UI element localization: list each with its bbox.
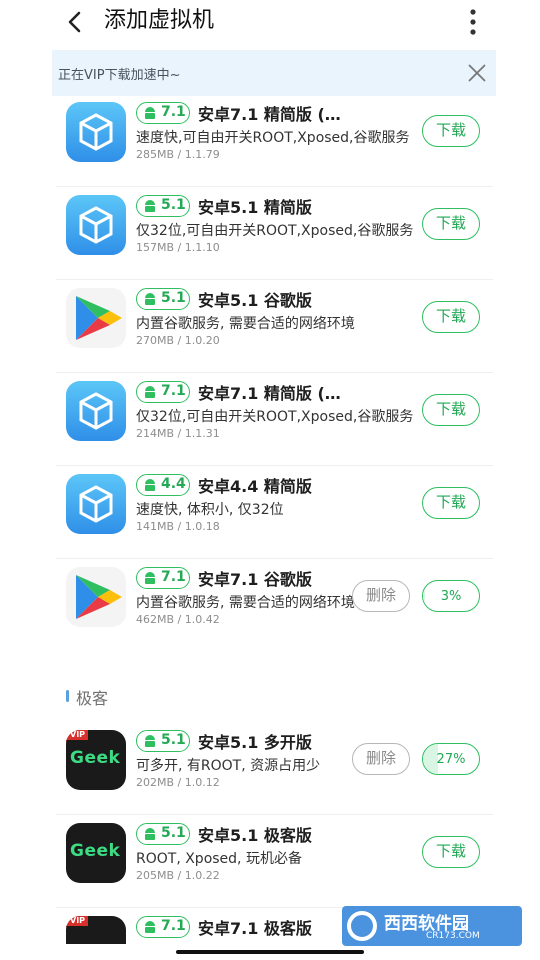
vm-name: 安卓5.1 多开版: [198, 733, 312, 752]
vm-size-version: 202MB / 1.0.12: [136, 776, 220, 789]
close-icon[interactable]: [466, 62, 488, 84]
back-arrow-icon[interactable]: [60, 6, 92, 38]
delete-button[interactable]: 删除: [352, 580, 410, 612]
geek-logo-text: Geek: [70, 841, 121, 861]
vm-description: 内置谷歌服务, 需要合适的网络环境: [136, 316, 355, 332]
android-icon: [145, 735, 155, 747]
delete-button[interactable]: 删除: [352, 743, 410, 775]
vm-size-version: 205MB / 1.0.22: [136, 869, 220, 882]
android-icon: [145, 921, 155, 933]
list-item[interactable]: 7.1 安卓7.1 精简版 (… 仅32位,可自由开关ROOT,Xposed,谷…: [56, 373, 493, 466]
vm-size-version: 270MB / 1.0.20: [136, 334, 220, 347]
progress-text: 27%: [436, 752, 466, 767]
version-badge: 5.1: [136, 195, 190, 217]
android-icon: [145, 200, 155, 212]
version-badge: 7.1: [136, 381, 190, 403]
vip-badge-text: VIP: [70, 916, 86, 925]
vm-description: 速度快,可自由开关ROOT,Xposed,谷歌服务: [136, 130, 410, 146]
list-item[interactable]: 5.1 安卓5.1 精简版 仅32位,可自由开关ROOT,Xposed,谷歌服务…: [56, 187, 493, 280]
version-badge: 7.1: [136, 916, 190, 938]
vm-description: 速度快, 体积小, 仅32位: [136, 502, 284, 518]
vm-name: 安卓7.1 谷歌版: [198, 570, 312, 589]
download-button[interactable]: 下载: [422, 487, 480, 519]
vip-badge-text: VIP: [70, 730, 86, 739]
vm-name: 安卓5.1 精简版: [198, 198, 312, 217]
vm-name: 安卓5.1 极客版: [198, 826, 312, 845]
version-badge: 7.1: [136, 567, 190, 589]
android-icon: [145, 107, 155, 119]
android-icon: [145, 828, 155, 840]
download-button[interactable]: 下载: [422, 836, 480, 868]
download-progress-button[interactable]: 3%: [422, 580, 480, 612]
android-icon: [145, 572, 155, 584]
download-button[interactable]: 下载: [422, 208, 480, 240]
vm-description: 内置谷歌服务, 需要合适的网络环境: [136, 595, 355, 611]
vm-name: 安卓4.4 精简版: [198, 477, 312, 496]
android-icon: [145, 293, 155, 305]
vm-list: 7.1 安卓7.1 精简版 (… 速度快,可自由开关ROOT,Xposed,谷歌…: [0, 96, 540, 944]
watermark-site: CR173.COM: [426, 931, 480, 941]
progress-text: 3%: [440, 589, 462, 604]
download-button[interactable]: 下载: [422, 301, 480, 333]
vm-size-version: 285MB / 1.1.79: [136, 148, 220, 161]
vm-name: 安卓5.1 谷歌版: [198, 291, 312, 310]
android-icon: [145, 479, 155, 491]
android-icon: [145, 386, 155, 398]
progress-fill: [423, 581, 425, 611]
vmos-cube-icon: [66, 381, 126, 441]
section-marker: [66, 690, 69, 702]
section-label: 极客: [76, 689, 109, 708]
vm-description: ROOT, Xposed, 玩机必备: [136, 851, 302, 867]
list-item[interactable]: 7.1 安卓7.1 谷歌版 内置谷歌服务, 需要合适的网络环境 462MB / …: [56, 559, 493, 652]
site-watermark: 西西软件园 CR173.COM: [342, 906, 522, 946]
version-badge: 5.1: [136, 288, 190, 310]
download-button[interactable]: 下载: [422, 394, 480, 426]
google-play-icon: [66, 567, 126, 627]
vm-size-version: 214MB / 1.1.31: [136, 427, 220, 440]
geek-logo-text: Geek: [70, 748, 121, 768]
more-vertical-icon[interactable]: [462, 6, 484, 38]
google-play-icon: [66, 288, 126, 348]
list-item[interactable]: 4.4 安卓4.4 精简版 速度快, 体积小, 仅32位 141MB / 1.0…: [56, 466, 493, 559]
vm-name: 安卓7.1 精简版 (…: [198, 105, 341, 124]
vm-size-version: 462MB / 1.0.42: [136, 613, 220, 626]
page-title: 添加虚拟机: [104, 8, 215, 33]
vm-description: 仅32位,可自由开关ROOT,Xposed,谷歌服务: [136, 223, 414, 239]
vm-size-version: 141MB / 1.0.18: [136, 520, 220, 533]
version-badge: 4.4: [136, 474, 190, 496]
version-badge: 5.1: [136, 823, 190, 845]
banner-text: 正在VIP下载加速中~: [58, 68, 181, 83]
vm-name: 安卓7.1 精简版 (…: [198, 384, 341, 403]
progress-fill: [423, 744, 439, 774]
download-progress-button[interactable]: 27%: [422, 743, 480, 775]
vmos-cube-icon: [66, 102, 126, 162]
top-bar: 添加虚拟机: [0, 0, 540, 46]
list-item[interactable]: 7.1 安卓7.1 精简版 (… 速度快,可自由开关ROOT,Xposed,谷歌…: [56, 96, 493, 187]
version-badge: 7.1: [136, 102, 190, 124]
vmos-cube-icon: [66, 474, 126, 534]
vm-description: 仅32位,可自由开关ROOT,Xposed,谷歌服务: [136, 409, 414, 425]
list-item[interactable]: 5.1 安卓5.1 谷歌版 内置谷歌服务, 需要合适的网络环境 270MB / …: [56, 280, 493, 373]
home-indicator: [176, 950, 364, 954]
vip-download-banner: 正在VIP下载加速中~: [52, 50, 496, 96]
list-item[interactable]: Geek 5.1 安卓5.1 极客版 ROOT, Xposed, 玩机必备 20…: [56, 815, 493, 908]
list-item[interactable]: VIP Geek 5.1 安卓5.1 多开版 可多开, 有ROOT, 资源占用少…: [56, 722, 493, 815]
vm-name: 安卓7.1 极客版: [198, 919, 312, 938]
vmos-cube-icon: [66, 195, 126, 255]
version-badge: 5.1: [136, 730, 190, 752]
download-button[interactable]: 下载: [422, 115, 480, 147]
vm-description: 可多开, 有ROOT, 资源占用少: [136, 758, 321, 774]
vm-size-version: 157MB / 1.1.10: [136, 241, 220, 254]
